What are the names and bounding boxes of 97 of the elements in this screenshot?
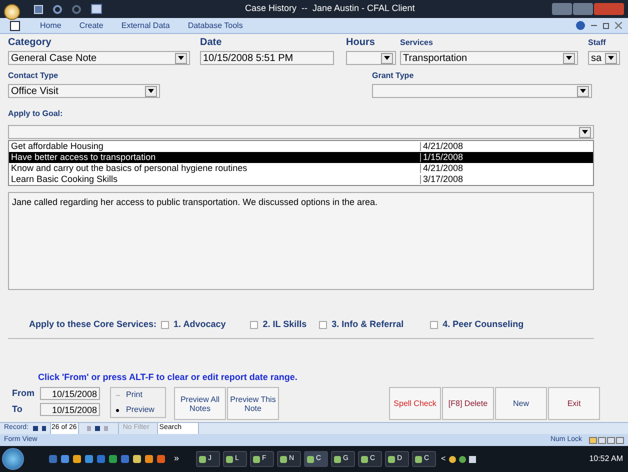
field-label: Apply to Goal: [8,109,63,118]
caret-icon [148,89,154,93]
office-orb-icon[interactable] [4,4,20,20]
checkbox[interactable] [250,320,258,329]
dropdown-button[interactable] [175,52,187,64]
field-label: Staff [588,37,607,49]
radio-option[interactable]: Print [115,389,165,401]
goal-cell: Learn Basic Cooking Skills [9,175,421,184]
next-record-icon[interactable] [86,426,91,431]
field-label: Contact Type [8,70,60,82]
ribbon-tab[interactable]: Home [40,20,62,32]
action-button[interactable]: New [495,387,547,420]
field-label: Services [400,37,434,49]
restore-icon[interactable] [603,22,609,28]
app-icon [307,456,314,462]
help-icon[interactable] [576,21,585,30]
ribbon-tab[interactable]: Database Tools [188,20,243,32]
date-cell-text: 3/17/2008 [422,175,464,184]
goal-cell: Have better access to transportation [9,153,421,162]
goal-row[interactable]: Learn Basic Cooking Skills 3/17/2008 [9,174,593,185]
goal-cell: Know and carry out the basics of personal hygiene routines [9,164,421,173]
core-service-checkbox[interactable]: 1. Advocacy [160,318,226,332]
core-services-label: Apply to these Core Services: [29,318,157,331]
action-button[interactable]: [F8] Delete [442,387,494,420]
dropdown-button[interactable] [563,52,575,64]
clock[interactable]: 10:52 AM [589,453,623,465]
app-icon [280,456,288,462]
date-field[interactable]: 10/15/2008 [40,402,100,416]
caret-icon [608,56,614,60]
dropdown-field[interactable] [8,125,594,139]
new-record-icon[interactable] [104,426,108,431]
checkbox-label: 4. Peer Counseling [442,318,524,331]
date-field[interactable]: 10/15/2008 [40,387,100,400]
dropdown-button[interactable] [577,86,589,96]
caret-icon [580,89,586,93]
field-label: Hours [346,37,376,49]
instruction-text: Click 'From' or press ALT-F to clear or edit report date range. [38,370,298,384]
dropdown-field[interactable] [372,84,592,98]
input-field[interactable]: 10/15/2008 5:51 PM [200,51,334,65]
checkbox-label: 2. IL Skills [262,318,307,331]
app-icon [361,456,368,462]
app-icon [388,456,396,462]
quick-launch-chevron[interactable]: » [174,452,180,466]
app-icon [253,456,260,462]
start-button[interactable] [2,448,24,470]
dropdown-field[interactable]: Transportation [400,51,578,65]
action-button[interactable]: Exit [548,387,600,420]
checkbox-label: 1. Advocacy [174,318,226,331]
app-icon [334,456,342,462]
core-service-checkbox[interactable]: 4. Peer Counseling [430,318,524,332]
field-label: Date [200,37,223,49]
caret-icon [178,56,184,60]
dropdown-button[interactable] [579,126,591,138]
field-label: Category [8,37,52,49]
caret-icon [384,56,390,60]
caret-icon [566,56,572,60]
first-record-icon[interactable] [32,426,38,431]
dropdown-field[interactable]: General Case Note [8,51,190,65]
date-label[interactable]: From [8,387,34,400]
field-label: Grant Type [372,70,415,82]
app-icon [415,456,422,462]
core-service-checkbox[interactable]: 3. Info & Referral [318,318,404,332]
close-icon[interactable] [615,22,622,29]
ribbon-tab[interactable]: External Data [121,20,170,32]
checkbox[interactable] [318,320,327,329]
dropdown-button[interactable] [381,52,393,64]
date-cell-text: 1/15/2008 [422,153,464,162]
tray-chevron[interactable]: < [441,453,446,465]
date-label[interactable]: To [8,402,22,416]
dropdown-field[interactable]: sa [588,51,620,65]
radio-button[interactable] [115,408,120,412]
caret-icon [582,130,588,134]
note-field[interactable]: Jane called regarding her access to public transportation. We discussed options in the area. [8,192,594,290]
goal-cell: Get affordable Housing [9,142,421,151]
checkbox-label: 3. Info & Referral [332,318,404,331]
goal-row[interactable]: Know and carry out the basics of personal hygiene routines 4/21/2008 [9,163,593,174]
date-cell-text: 4/21/2008 [422,164,464,173]
last-record-icon[interactable] [94,426,100,431]
action-button[interactable]: Preview This Note [227,387,279,420]
action-button[interactable]: Preview All Notes [174,387,226,420]
core-service-checkbox[interactable]: 2. IL Skills [250,318,307,332]
goal-row[interactable]: Get affordable Housing 4/21/2008 [9,141,593,152]
goal-row[interactable]: Have better access to transportation 1/15/2008 [9,152,593,163]
app-icon [226,456,234,462]
window-title: Case History -- Jane Austin - CFAL Client [245,2,415,16]
dropdown-button[interactable] [145,86,157,96]
dropdown-button[interactable] [605,52,617,64]
checkbox[interactable] [430,320,438,329]
dropdown-field[interactable] [346,51,396,65]
action-button[interactable]: Spell Check [389,387,441,420]
previous-record-icon[interactable] [42,426,46,431]
ribbon-tab[interactable]: Create [79,20,104,32]
checkbox[interactable] [160,320,169,329]
dropdown-field[interactable]: Office Visit [8,84,160,98]
radio-option[interactable]: Preview [115,404,165,416]
date-cell-text: 4/21/2008 [422,142,464,151]
app-icon [199,456,206,462]
